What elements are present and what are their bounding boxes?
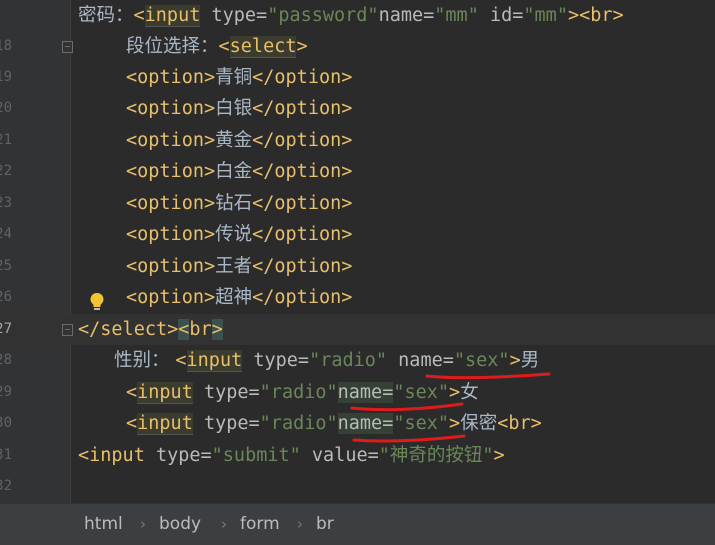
line-number: 29 — [0, 384, 12, 400]
chevron-right-icon: › — [297, 515, 303, 533]
code-text[interactable]: <option>超神</option> — [126, 282, 352, 313]
code-text[interactable]: <input type="submit" value="神奇的按钮"> — [78, 440, 505, 471]
line-number: 32 — [0, 478, 12, 494]
code-line[interactable]: 28 性别： <input type="radio" name="sex">男 — [0, 345, 715, 376]
code-text[interactable]: <option>青铜</option> — [126, 62, 352, 93]
code-text[interactable]: <option>白金</option> — [126, 156, 352, 187]
current-code-line[interactable]: 27 </select><br> — [0, 314, 715, 345]
code-line[interactable]: 21 <option>黄金</option> — [0, 125, 715, 156]
code-line[interactable]: 32 — [0, 471, 715, 502]
line-number: 18 — [0, 38, 12, 54]
line-number: 19 — [0, 69, 12, 85]
code-text[interactable]: </select><br> — [78, 314, 223, 345]
code-text[interactable]: <option>黄金</option> — [126, 125, 352, 156]
line-number: 23 — [0, 195, 12, 211]
breadcrumb-item-form[interactable]: form — [240, 504, 280, 545]
code-line[interactable]: 23 <option>钻石</option> — [0, 188, 715, 219]
code-text[interactable]: 密码：<input type="password"name="mm" id="m… — [78, 0, 624, 31]
line-number: 21 — [0, 132, 12, 148]
code-text[interactable]: <option>传说</option> — [126, 219, 352, 250]
code-line[interactable]: 30 <input type="radio"name="sex">保密<br> — [0, 408, 715, 439]
line-number: 28 — [0, 352, 12, 368]
line-number: 25 — [0, 258, 12, 274]
code-text[interactable]: <option>王者</option> — [126, 251, 352, 282]
code-line[interactable]: 密码：<input type="password"name="mm" id="m… — [0, 0, 715, 31]
line-number: 31 — [0, 447, 12, 463]
code-text[interactable]: <input type="radio"name="sex">保密<br> — [126, 408, 542, 439]
line-number: 20 — [0, 100, 12, 116]
lightbulb-icon[interactable] — [89, 292, 105, 312]
code-line[interactable]: 26 <option>超神</option> — [0, 282, 715, 313]
code-line[interactable]: 29 <input type="radio"name="sex">女 — [0, 377, 715, 408]
line-number: 22 — [0, 163, 12, 179]
line-number — [0, 0, 12, 31]
code-text[interactable]: <option>白银</option> — [126, 93, 352, 124]
breadcrumb-item-br[interactable]: br — [316, 504, 334, 545]
code-text[interactable]: <input type="radio"name="sex">女 — [126, 377, 479, 408]
line-number: 30 — [0, 415, 12, 431]
code-line[interactable]: 19 <option>青铜</option> — [0, 62, 715, 93]
code-line[interactable]: 31 <input type="submit" value="神奇的按钮"> — [0, 440, 715, 471]
code-editor[interactable]: 密码：<input type="password"name="mm" id="m… — [0, 0, 715, 503]
code-line[interactable]: 25 <option>王者</option> — [0, 251, 715, 282]
code-line[interactable]: 24 <option>传说</option> — [0, 219, 715, 250]
line-number: 24 — [0, 226, 12, 242]
fold-marker-icon[interactable] — [62, 41, 73, 53]
breadcrumb-item-html[interactable]: html — [84, 504, 123, 545]
code-text[interactable]: <option>钻石</option> — [126, 188, 352, 219]
line-number: 26 — [0, 289, 12, 305]
code-line[interactable]: 22 <option>白金</option> — [0, 156, 715, 187]
fold-marker-icon[interactable] — [62, 324, 73, 336]
breadcrumb-item-body[interactable]: body — [159, 504, 201, 545]
code-line[interactable]: 18 段位选择：<select> — [0, 31, 715, 62]
code-text[interactable]: 性别： <input type="radio" name="sex">男 — [114, 345, 539, 376]
line-number: 27 — [0, 321, 12, 337]
code-text[interactable]: 段位选择：<select> — [126, 31, 308, 62]
breadcrumb: html › body › form › br — [0, 503, 715, 545]
chevron-right-icon: › — [221, 515, 227, 533]
chevron-right-icon: › — [140, 515, 146, 533]
code-line[interactable]: 20 <option>白银</option> — [0, 93, 715, 124]
